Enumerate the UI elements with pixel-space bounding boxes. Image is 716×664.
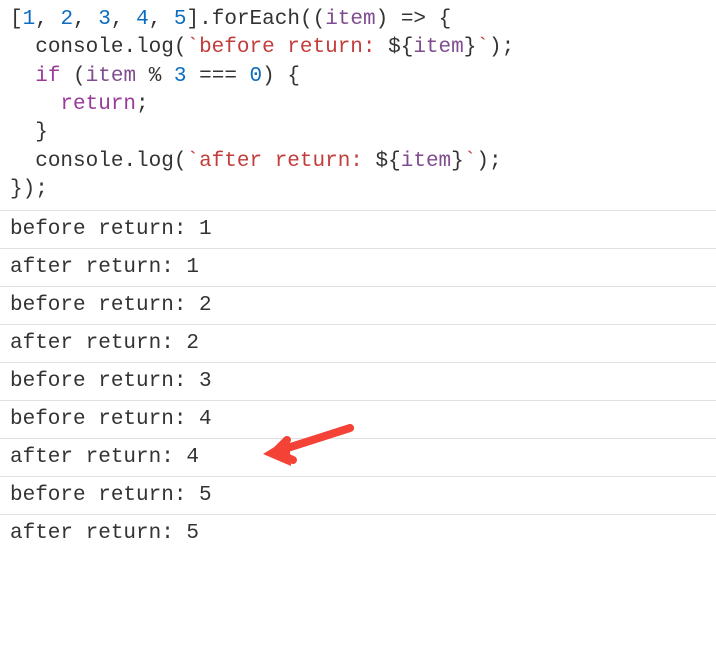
interp-close: } — [451, 150, 464, 173]
return-keyword: return — [60, 93, 136, 116]
interp-var: item — [413, 36, 463, 59]
semicolon: ; — [502, 36, 515, 59]
console-output-line: before return: 2 — [0, 286, 716, 324]
console-output-line: after return: 1 — [0, 248, 716, 286]
semicolon: ; — [35, 178, 48, 201]
semicolon: ; — [489, 150, 502, 173]
console-output-line: after return: 4 — [0, 438, 716, 476]
dot: . — [123, 150, 136, 173]
interp-open: ${ — [376, 150, 401, 173]
paren-open: ( — [300, 8, 313, 31]
after-string: after return: — [199, 150, 375, 173]
if-keyword: if — [35, 65, 60, 88]
comma: , — [73, 8, 98, 31]
comma: , — [35, 8, 60, 31]
console-obj: console — [35, 150, 123, 173]
interp-var: item — [401, 150, 451, 173]
brace-close: } — [35, 121, 48, 144]
param-item: item — [325, 8, 375, 31]
console-output-line: after return: 2 — [0, 324, 716, 362]
template-backtick: ` — [186, 36, 199, 59]
paren-close: ) — [489, 36, 502, 59]
paren-open: ( — [73, 65, 86, 88]
console-output-line: before return: 5 — [0, 476, 716, 514]
paren-open: ( — [174, 36, 187, 59]
console-obj: console — [35, 36, 123, 59]
comma: , — [111, 8, 136, 31]
template-backtick: ` — [186, 150, 199, 173]
array-num-4: 5 — [174, 8, 187, 31]
paren-close: ) — [476, 150, 489, 173]
template-backtick: ` — [476, 36, 489, 59]
template-backtick: ` — [464, 150, 477, 173]
modulo-right: 3 — [174, 65, 187, 88]
code-block: [1, 2, 3, 4, 5].forEach((item) => { cons… — [0, 0, 716, 210]
log-method: log — [136, 150, 174, 173]
sq-bracket-close: ] — [187, 8, 200, 31]
paren-close: ) — [262, 65, 275, 88]
dot: . — [123, 36, 136, 59]
brace-open: { — [287, 65, 300, 88]
arrow-fn: => — [401, 8, 426, 31]
console-output-line: before return: 1 — [0, 210, 716, 248]
console-output-line: before return: 4 — [0, 400, 716, 438]
paren-close: ) — [23, 178, 36, 201]
array-num-1: 2 — [60, 8, 73, 31]
interp-close: } — [464, 36, 477, 59]
before-string: before return: — [199, 36, 388, 59]
modulo-left: item — [86, 65, 136, 88]
console-output-line: before return: 3 — [0, 362, 716, 400]
log-method: log — [136, 36, 174, 59]
array-num-0: 1 — [23, 8, 36, 31]
dot: . — [199, 8, 212, 31]
brace-close: } — [10, 178, 23, 201]
array-num-2: 3 — [98, 8, 111, 31]
paren-open: ( — [313, 8, 326, 31]
array-num-3: 4 — [136, 8, 149, 31]
equals-op: === — [199, 65, 237, 88]
modulo-op: % — [149, 65, 162, 88]
zero-literal: 0 — [250, 65, 263, 88]
interp-open: ${ — [388, 36, 413, 59]
comma: , — [149, 8, 174, 31]
sq-bracket-open: [ — [10, 8, 23, 31]
paren-open: ( — [174, 150, 187, 173]
console-output-line: after return: 5 — [0, 514, 716, 552]
foreach-method: forEach — [212, 8, 300, 31]
brace-open: { — [439, 8, 452, 31]
paren-close: ) — [376, 8, 389, 31]
semicolon: ; — [136, 93, 149, 116]
